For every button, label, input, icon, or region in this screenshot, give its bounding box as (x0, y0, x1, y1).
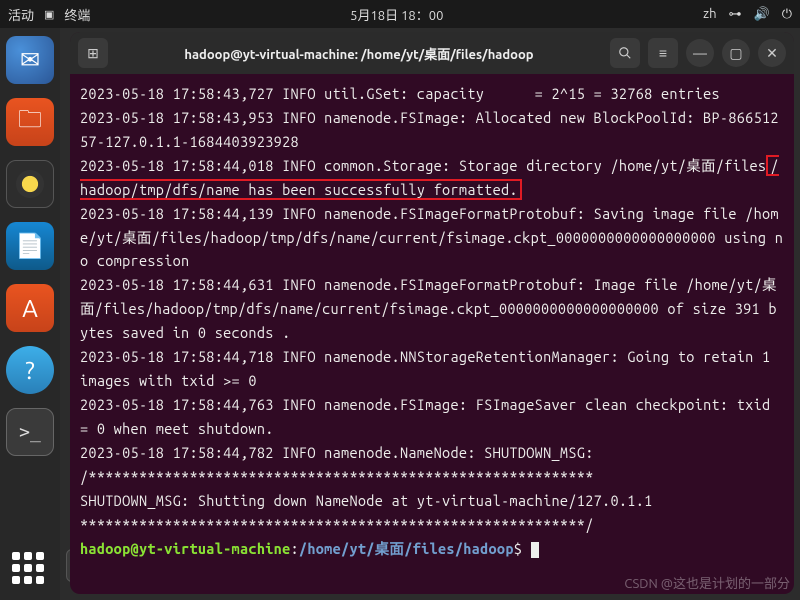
new-tab-button[interactable]: ⊞ (78, 38, 108, 68)
dock-ubuntu-software[interactable]: A (6, 284, 54, 332)
log-line: ****************************************… (80, 516, 594, 533)
clock[interactable]: 5月18日 18：00 (90, 5, 703, 24)
terminal-content[interactable]: 2023-05-18 17:58:43,727 INFO util.GSet: … (70, 74, 794, 594)
dock-terminal[interactable]: >_ (6, 408, 54, 456)
watermark: CSDN @这也是计划的一部分 (624, 573, 790, 592)
log-line: /***************************************… (80, 468, 594, 485)
network-icon[interactable]: ⊶ (729, 7, 742, 22)
log-line: 2023-05-18 17:58:44,631 INFO namenode.FS… (80, 276, 777, 341)
titlebar: ⊞ hadoop@yt-virtual-machine: /home/yt/桌面… (70, 32, 794, 74)
log-line: SHUTDOWN_MSG: Shutting down NameNode at … (80, 492, 653, 509)
dock-help[interactable]: ? (6, 346, 54, 394)
volume-icon[interactable]: 🔊 (754, 7, 770, 22)
app-name: 终端 (64, 5, 90, 24)
log-line: 2023-05-18 17:58:44,763 INFO namenode.FS… (80, 396, 779, 437)
dock-thunderbird[interactable]: ✉ (6, 36, 54, 84)
prompt-colon: : (291, 540, 299, 557)
terminal-window: ⊞ hadoop@yt-virtual-machine: /home/yt/桌面… (70, 32, 794, 594)
input-method[interactable]: zh (703, 7, 716, 21)
log-line: 2023-05-18 17:58:43,953 INFO namenode.FS… (80, 109, 779, 150)
menu-button[interactable]: ≡ (648, 38, 678, 68)
log-line: 2023-05-18 17:58:44,782 INFO namenode.Na… (80, 444, 594, 461)
prompt-user: hadoop@yt-virtual-machine (80, 540, 291, 557)
cursor (531, 542, 539, 558)
log-line: 2023-05-18 17:58:44,018 INFO common.Stor… (80, 157, 766, 174)
power-icon[interactable]: ⏻ (782, 7, 792, 22)
window-title: hadoop@yt-virtual-machine: /home/yt/桌面/f… (116, 44, 602, 63)
log-line: 2023-05-18 17:58:44,718 INFO namenode.NN… (80, 348, 779, 389)
dock-libreoffice-writer[interactable]: 📄 (6, 222, 54, 270)
maximize-button[interactable]: ▢ (722, 39, 750, 67)
dock-files[interactable]: 🗀 (6, 98, 54, 146)
log-line: 2023-05-18 17:58:43,727 INFO util.GSet: … (80, 85, 720, 102)
prompt-path: /home/yt/桌面/files/hadoop (299, 540, 514, 557)
log-line: 2023-05-18 17:58:44,139 INFO namenode.FS… (80, 205, 783, 270)
search-icon (618, 46, 632, 60)
dock-show-apps[interactable] (12, 552, 48, 588)
minimize-button[interactable]: — (686, 39, 714, 67)
activities-button[interactable]: 活动 (8, 5, 34, 24)
dock: ✉ 🗀 📄 A ? >_ (0, 28, 60, 600)
close-button[interactable]: ✕ (758, 39, 786, 67)
search-button[interactable] (610, 38, 640, 68)
gnome-topbar: 活动 ▣ 终端 5月18日 18：00 zh ⊶ 🔊 ⏻ (0, 0, 800, 28)
dock-rhythmbox[interactable] (6, 160, 54, 208)
prompt-dollar: $ (514, 540, 522, 557)
terminal-icon: ▣ (44, 8, 54, 21)
